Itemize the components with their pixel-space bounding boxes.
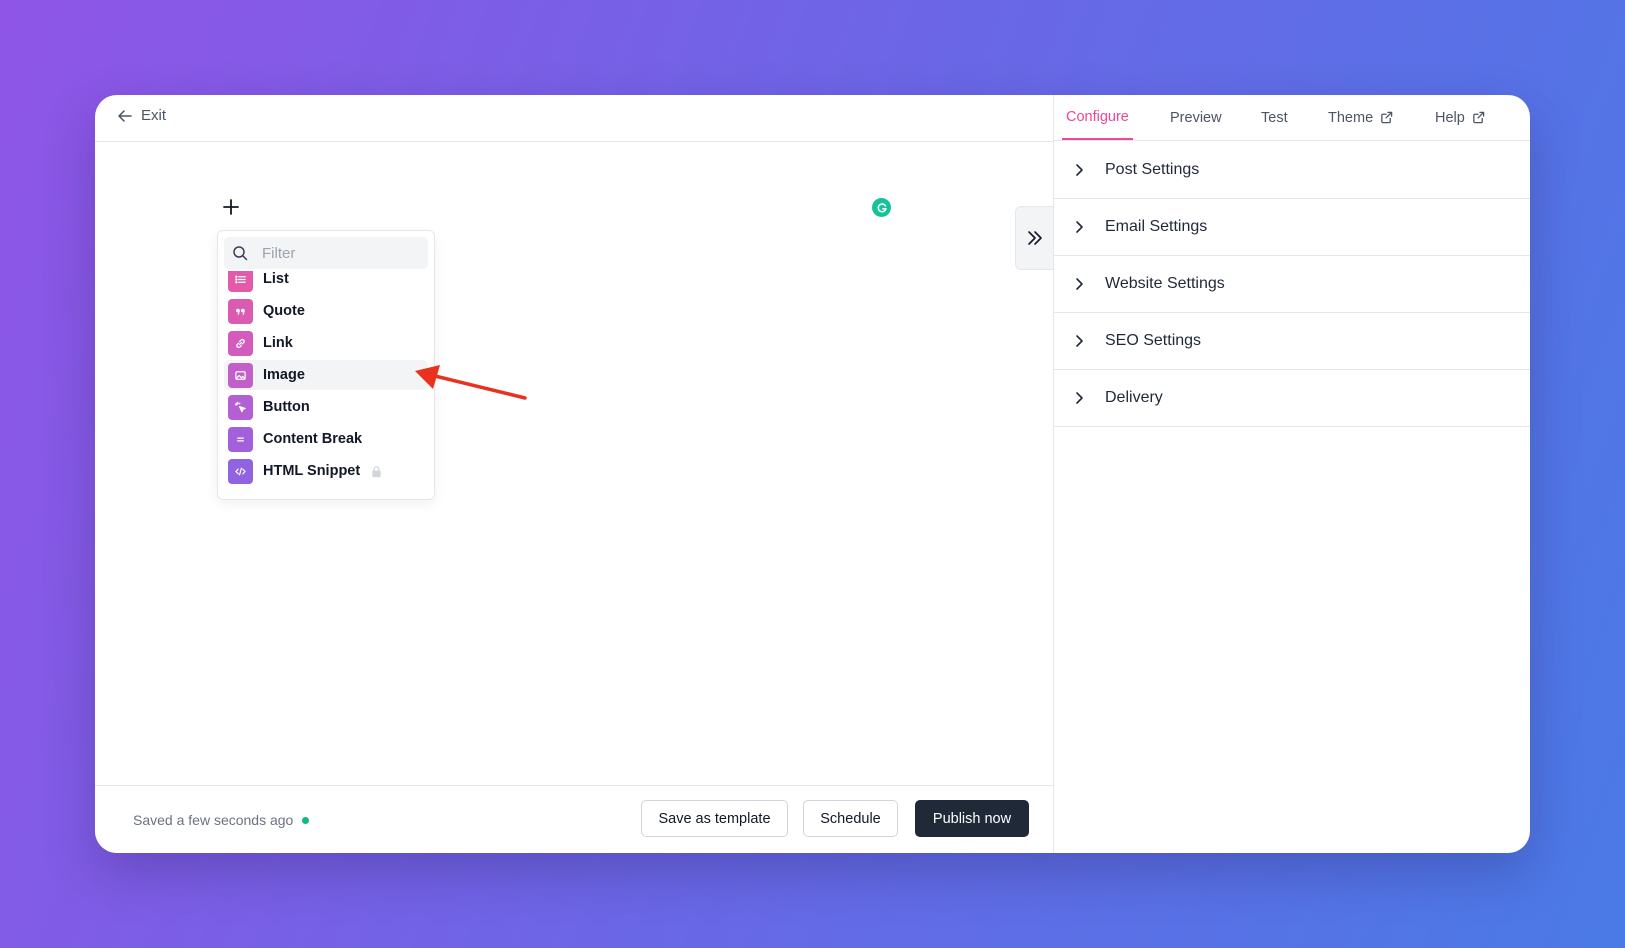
block-item-list[interactable]: List [224, 271, 428, 294]
tab-test[interactable]: Test [1257, 95, 1292, 140]
editor-panel: Exit Filter List Quote Link Image Button… [95, 95, 1054, 853]
block-item-link[interactable]: Link [224, 328, 428, 358]
tab-label: Help [1435, 109, 1465, 126]
section-delivery[interactable]: Delivery [1054, 369, 1530, 427]
block-item-html-snippet[interactable]: HTML Snippet [224, 456, 428, 486]
editor-footer: Saved a few seconds ago Save as template… [95, 785, 1053, 853]
chevron-right-icon [1076, 391, 1083, 404]
block-item-label: Link [263, 335, 293, 351]
section-label: SEO Settings [1105, 331, 1202, 349]
tab-help[interactable]: Help [1431, 95, 1489, 140]
block-item-label: Quote [263, 303, 305, 319]
block-list: List Quote Link Image Button Content Bre… [218, 271, 434, 497]
section-website-settings[interactable]: Website Settings [1054, 255, 1530, 313]
block-insert-menu: List Quote [217, 230, 435, 500]
block-item-label: HTML Snippet [263, 463, 361, 479]
chevron-right-icon [1076, 163, 1083, 176]
grammarly-icon[interactable] [872, 198, 891, 217]
tab-configure[interactable]: Configure [1062, 95, 1133, 140]
code-icon [228, 458, 253, 484]
block-item-label: List [263, 271, 289, 287]
lock-icon [372, 465, 381, 477]
tab-preview[interactable]: Preview [1166, 95, 1226, 140]
plus-icon[interactable] [221, 197, 241, 217]
exit-button[interactable]: Exit [117, 107, 166, 124]
chevron-right-icon [1076, 277, 1083, 290]
quote-icon [228, 298, 253, 324]
filter-input[interactable] [260, 243, 424, 263]
collapse-panel-button[interactable] [1015, 206, 1054, 270]
image-icon [228, 362, 253, 388]
block-item-quote[interactable]: Quote [224, 296, 428, 326]
exit-label: Exit [141, 107, 167, 124]
publish-now-button[interactable]: Publish now [915, 800, 1029, 837]
external-link-icon [1473, 111, 1485, 124]
equals-icon [228, 426, 253, 452]
block-item-image[interactable]: Image [224, 360, 428, 390]
save-as-template-button[interactable]: Save as template [641, 800, 788, 837]
settings-tabs: Configure Preview Test Theme Help [1054, 95, 1530, 141]
schedule-button[interactable]: Schedule [803, 800, 898, 837]
editor-toolbar: Exit [95, 95, 1053, 142]
tab-label: Test [1261, 109, 1288, 126]
section-seo-settings[interactable]: SEO Settings [1054, 312, 1530, 370]
chevron-right-icon [1076, 220, 1083, 233]
section-label: Delivery [1105, 388, 1163, 406]
chevron-right-icon [1076, 334, 1083, 347]
arrow-left-icon [118, 109, 132, 122]
save-status: Saved a few seconds ago [133, 812, 310, 828]
search-icon [233, 246, 248, 261]
link-icon [228, 330, 253, 356]
block-item-label: Content Break [263, 431, 363, 447]
external-link-icon [1381, 111, 1393, 124]
cursor-click-icon [228, 394, 253, 420]
save-status-text: Saved a few seconds ago [133, 812, 294, 828]
saved-status-dot-icon [302, 816, 310, 824]
section-label: Post Settings [1105, 160, 1200, 178]
tab-label: Preview [1170, 109, 1222, 126]
section-post-settings[interactable]: Post Settings [1054, 141, 1530, 199]
section-label: Email Settings [1105, 217, 1208, 235]
chevrons-right-icon [1028, 231, 1042, 245]
section-email-settings[interactable]: Email Settings [1054, 198, 1530, 256]
settings-panel: Configure Preview Test Theme Help Post S… [1053, 95, 1530, 853]
tab-label: Theme [1328, 109, 1374, 126]
tab-label: Configure [1066, 108, 1129, 125]
block-item-button[interactable]: Button [224, 392, 428, 422]
list-icon [228, 271, 253, 292]
block-item-label: Image [263, 367, 305, 383]
post-editor-window: Exit Filter List Quote Link Image Button… [95, 95, 1530, 853]
block-item-content-break[interactable]: Content Break [224, 424, 428, 454]
filter-box[interactable] [224, 237, 428, 269]
tab-theme[interactable]: Theme [1324, 95, 1397, 140]
section-label: Website Settings [1105, 274, 1225, 292]
block-item-label: Button [263, 399, 310, 415]
